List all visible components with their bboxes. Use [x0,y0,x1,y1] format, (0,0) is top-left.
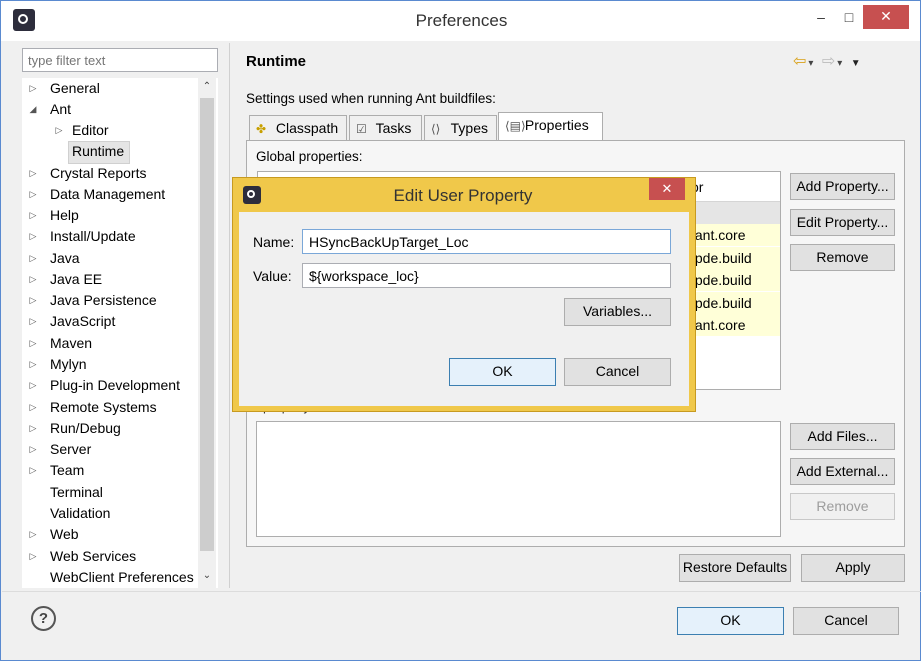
global-properties-label: Global properties: [256,149,363,164]
dialog-ok-button[interactable]: OK [449,358,556,386]
expand-arrow-icon[interactable]: ▷ [27,184,39,204]
tab-properties[interactable]: ⟨▤⟩ Properties [498,112,603,141]
preferences-tree: ▷ General ◢ Ant ▷ Editor Runtime ▷ Crystal R… [22,78,218,588]
cancel-button[interactable]: Cancel [793,607,899,635]
add-external-button[interactable]: Add External... [790,458,895,485]
expand-arrow-icon[interactable]: ▷ [27,439,39,459]
scroll-up-icon[interactable]: ⌃ [198,81,216,92]
page-title: Runtime [246,53,306,70]
minimize-button[interactable]: – [807,5,835,29]
expand-arrow-icon[interactable]: ▷ [27,269,39,289]
expand-arrow-icon[interactable]: ▷ [27,524,39,544]
tree-scroll-thumb[interactable] [200,98,214,551]
forward-arrow-icon[interactable]: ⇨ [822,53,837,70]
collapse-arrow-icon[interactable]: ◢ [27,99,39,119]
value-label: Value: [253,268,292,284]
types-icon: ⟨⟩ [431,122,441,136]
title-bar: Preferences – □ ✕ [1,1,920,41]
dialog-close-button[interactable]: ✕ [649,178,685,200]
apply-button[interactable]: Apply [801,554,905,582]
add-property-button[interactable]: Add Property... [790,173,895,200]
back-dropdown-icon[interactable]: ▾ [808,58,815,69]
tree-item-runtime[interactable]: Runtime [68,141,130,164]
help-icon[interactable]: ? [31,606,56,631]
remove-file-button: Remove [790,493,895,520]
properties-icon: ⟨▤⟩ [505,119,526,133]
expand-arrow-icon[interactable]: ▷ [27,163,39,183]
table-cell[interactable]: .pde.build [688,269,780,291]
table-cell[interactable]: .pde.build [688,247,780,269]
expand-arrow-icon[interactable]: ▷ [27,226,39,246]
expand-arrow-icon[interactable]: ▷ [27,375,39,395]
expand-arrow-icon[interactable]: ▷ [27,311,39,331]
edit-user-property-dialog: Edit User Property ✕ Name: Value: Variab… [232,177,696,412]
edit-property-button[interactable]: Edit Property... [790,209,895,236]
tab-types[interactable]: ⟨⟩ Types [424,115,497,140]
view-menu-icon[interactable]: ▼ [851,58,863,69]
expand-arrow-icon[interactable]: ▷ [27,205,39,225]
expand-arrow-icon[interactable]: ▷ [27,546,39,566]
expand-arrow-icon[interactable]: ▷ [27,397,39,417]
expand-arrow-icon[interactable]: ▷ [27,290,39,310]
close-button[interactable]: ✕ [863,5,909,29]
dialog-body: Name: Value: Variables... OK Cancel [239,212,689,406]
table-cell[interactable]: .ant.core [688,314,780,336]
filter-input[interactable] [22,48,218,72]
tab-classpath[interactable]: ✤ Classpath [249,115,347,140]
pane-divider[interactable] [229,43,230,588]
expand-arrow-icon[interactable]: ▷ [27,78,39,98]
restore-defaults-button[interactable]: Restore Defaults [679,554,791,582]
table-cell[interactable]: .pde.build [688,292,780,314]
history-nav[interactable]: ⇦▾ ⇨▾ ▼ [793,51,863,71]
page-description: Settings used when running Ant buildfile… [246,91,496,106]
ok-button[interactable]: OK [677,607,784,635]
add-files-button[interactable]: Add Files... [790,423,895,450]
footer-divider [2,591,921,592]
dialog-cancel-button[interactable]: Cancel [564,358,671,386]
maximize-button[interactable]: □ [835,5,863,29]
expand-arrow-icon[interactable]: ▷ [27,354,39,374]
name-field[interactable] [302,229,671,254]
expand-arrow-icon[interactable]: ▷ [27,418,39,438]
table-cell[interactable]: .ant.core [688,224,780,246]
variables-button[interactable]: Variables... [564,298,671,326]
expand-arrow-icon[interactable]: ▷ [27,333,39,353]
classpath-icon: ✤ [256,122,267,136]
window-title: Preferences [415,11,508,30]
back-arrow-icon[interactable]: ⇦ [793,53,808,70]
property-files-list[interactable] [256,421,781,537]
value-field[interactable] [302,263,671,288]
name-label: Name: [253,234,295,250]
forward-dropdown-icon[interactable]: ▾ [837,58,844,69]
expand-arrow-icon[interactable]: ▷ [53,120,65,140]
tab-tasks[interactable]: ☑ Tasks [349,115,422,140]
scroll-down-icon[interactable]: ⌄ [198,570,216,581]
expand-arrow-icon[interactable]: ▷ [27,460,39,480]
dialog-title: Edit User Property [393,186,533,205]
tasks-icon: ☑ [356,122,367,136]
remove-property-button[interactable]: Remove [790,244,895,271]
expand-arrow-icon[interactable]: ▷ [27,248,39,268]
